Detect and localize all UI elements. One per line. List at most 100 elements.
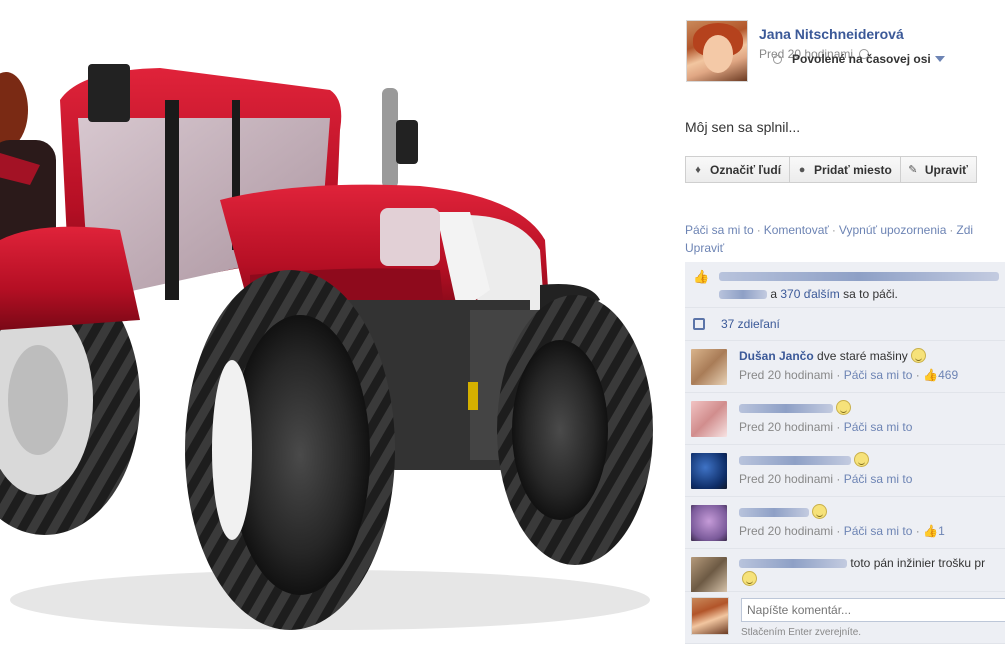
comment-body	[739, 504, 1005, 519]
commenter-avatar[interactable]	[691, 505, 727, 541]
author-name[interactable]: Jana Nitschneiderová	[759, 26, 904, 42]
likes-suffix: sa to páči.	[843, 287, 898, 301]
comment-link[interactable]: Komentovať	[764, 223, 829, 237]
smiley-icon	[812, 504, 827, 519]
liker-name-blurred[interactable]	[719, 290, 767, 300]
commenter-name-blurred[interactable]	[739, 404, 833, 414]
comment-input[interactable]	[741, 598, 1005, 622]
notifications-link[interactable]: Vypnúť upozornenia	[839, 223, 946, 237]
comment-like-link[interactable]: Páči sa mi to	[844, 368, 913, 382]
like-link[interactable]: Páči sa mi to	[685, 223, 754, 237]
comment-like-link[interactable]: Páči sa mi to	[844, 472, 913, 486]
map-pin-icon: ●	[798, 163, 806, 176]
separator: ·	[831, 223, 836, 237]
tractor-image	[0, 64, 653, 630]
caret-down-icon	[934, 56, 945, 62]
post-sidebar: Jana Nitschneiderová Pred 20 hodinami Po…	[668, 0, 1005, 660]
edit-button[interactable]: ✎ Upraviť	[899, 156, 977, 183]
likes-text: a 370 ďalším sa to páči.	[719, 287, 898, 301]
shares-count[interactable]: 37 zdieľaní	[721, 317, 780, 331]
thumbs-up-icon: 👍	[923, 524, 939, 538]
add-place-label: Pridať miesto	[814, 162, 892, 177]
edit-link[interactable]: Upraviť	[685, 241, 724, 255]
edit-label: Upraviť	[924, 162, 968, 177]
comment: Pred 20 hodinami · Páči sa mi to	[685, 445, 1005, 497]
separator: ·	[756, 223, 761, 237]
truncated-link[interactable]: Zdi	[956, 223, 973, 237]
add-place-button[interactable]: ● Pridať miesto	[789, 156, 901, 183]
comment-text: toto pán inžinier trošku pr	[850, 556, 986, 570]
shares-summary[interactable]: 37 zdieľaní	[685, 308, 1005, 341]
comment-time[interactable]: Pred 20 hodinami	[739, 420, 833, 434]
commenter-name-blurred[interactable]	[739, 559, 847, 569]
thumbs-up-icon: 👍	[923, 368, 939, 382]
smiley-icon	[742, 571, 757, 586]
smiley-icon	[836, 400, 851, 415]
comment-like-count-text: 1	[938, 524, 945, 538]
commenter-avatar[interactable]	[691, 401, 727, 437]
comment-like-count[interactable]: 👍1	[923, 524, 945, 538]
comment-time[interactable]: Pred 20 hodinami	[739, 368, 833, 382]
commenter-name-blurred[interactable]	[739, 456, 851, 466]
woman-figure	[0, 72, 56, 250]
comment-meta: Pred 20 hodinami · Páči sa mi to · 👍1	[739, 524, 945, 538]
comment-time[interactable]: Pred 20 hodinami	[739, 524, 833, 538]
comment: Pred 20 hodinami · Páči sa mi to	[685, 393, 1005, 445]
likes-summary: 👍 a 370 ďalším sa to páči.	[685, 262, 1005, 308]
separator: ·	[836, 472, 841, 486]
separator: ·	[836, 368, 841, 382]
smiley-icon	[854, 452, 869, 467]
liker-names-blurred[interactable]	[719, 269, 999, 283]
timeline-visibility-dropdown[interactable]: Povolené na časovej osi	[773, 52, 945, 66]
tag-people-button[interactable]: ♦ Označiť ľudí	[685, 156, 791, 183]
post-actions: Páči sa mi to · Komentovať · Vypnúť upozorne…	[685, 221, 1005, 257]
thumbs-up-icon: 👍	[693, 269, 710, 284]
share-icon	[693, 318, 705, 330]
others-link[interactable]: 370 ďalším	[780, 287, 839, 301]
author-avatar[interactable]	[686, 20, 748, 82]
comment-meta: Pred 20 hodinami · Páči sa mi to	[739, 472, 912, 486]
smiley-icon	[910, 348, 926, 363]
current-user-avatar	[691, 597, 729, 635]
commenter-avatar[interactable]	[691, 349, 727, 385]
separator: ·	[949, 223, 954, 237]
comment-like-link[interactable]: Páči sa mi to	[844, 420, 913, 434]
commenter-name-blurred[interactable]	[739, 508, 809, 518]
front-tire	[497, 295, 653, 565]
tag-people-label: Označiť ľudí	[710, 162, 782, 177]
comment-time[interactable]: Pred 20 hodinami	[739, 472, 833, 486]
comment: Pred 20 hodinami · Páči sa mi to · 👍1	[685, 497, 1005, 549]
post-photo[interactable]	[0, 0, 668, 660]
separator: ·	[836, 420, 841, 434]
commenter-name[interactable]: Dušan Jančo	[739, 349, 814, 363]
enter-hint: Stlačením Enter zverejníte.	[741, 627, 862, 638]
timeline-visibility-label: Povolené na časovej osi	[792, 52, 931, 66]
comment-meta	[739, 571, 757, 586]
commenter-avatar[interactable]	[691, 557, 727, 593]
middle-tire	[185, 270, 395, 630]
comment-meta: Pred 20 hodinami · Páči sa mi to	[739, 420, 912, 434]
likes-connector: a	[770, 287, 778, 301]
separator: ·	[915, 368, 920, 382]
post-caption: Môj sen sa splnil...	[685, 119, 801, 135]
pencil-icon: ✎	[908, 163, 918, 176]
comment-body	[739, 400, 1005, 415]
comment: toto pán inžinier trošku pr	[685, 549, 1005, 593]
radio-icon	[773, 55, 782, 64]
comment-like-link[interactable]: Páči sa mi to	[844, 524, 913, 538]
comment-body: Dušan Jančo dve staré mašiny	[739, 348, 1005, 363]
commenter-avatar[interactable]	[691, 453, 727, 489]
comment-text: dve staré mašiny	[817, 349, 908, 363]
separator: ·	[915, 524, 920, 538]
comment-like-count-text: 469	[938, 368, 959, 382]
comment-meta: Pred 20 hodinami · Páči sa mi to · 👍469	[739, 368, 958, 382]
comment-body	[739, 452, 1005, 467]
comment-body: toto pán inžinier trošku pr	[739, 556, 1005, 570]
comment-like-count[interactable]: 👍469	[923, 368, 958, 382]
tag-icon: ♦	[695, 163, 701, 176]
feedback-box: 👍 a 370 ďalším sa to páči. 37 zdieľaní D…	[685, 262, 1005, 644]
write-comment-row: Stlačením Enter zverejníte.	[685, 592, 1005, 644]
separator: ·	[836, 524, 841, 538]
photo-toolbar: ♦ Označiť ľudí ● Pridať miesto ✎ Upraviť	[685, 156, 977, 183]
comment: Dušan Jančo dve staré mašiny Pred 20 hod…	[685, 341, 1005, 393]
